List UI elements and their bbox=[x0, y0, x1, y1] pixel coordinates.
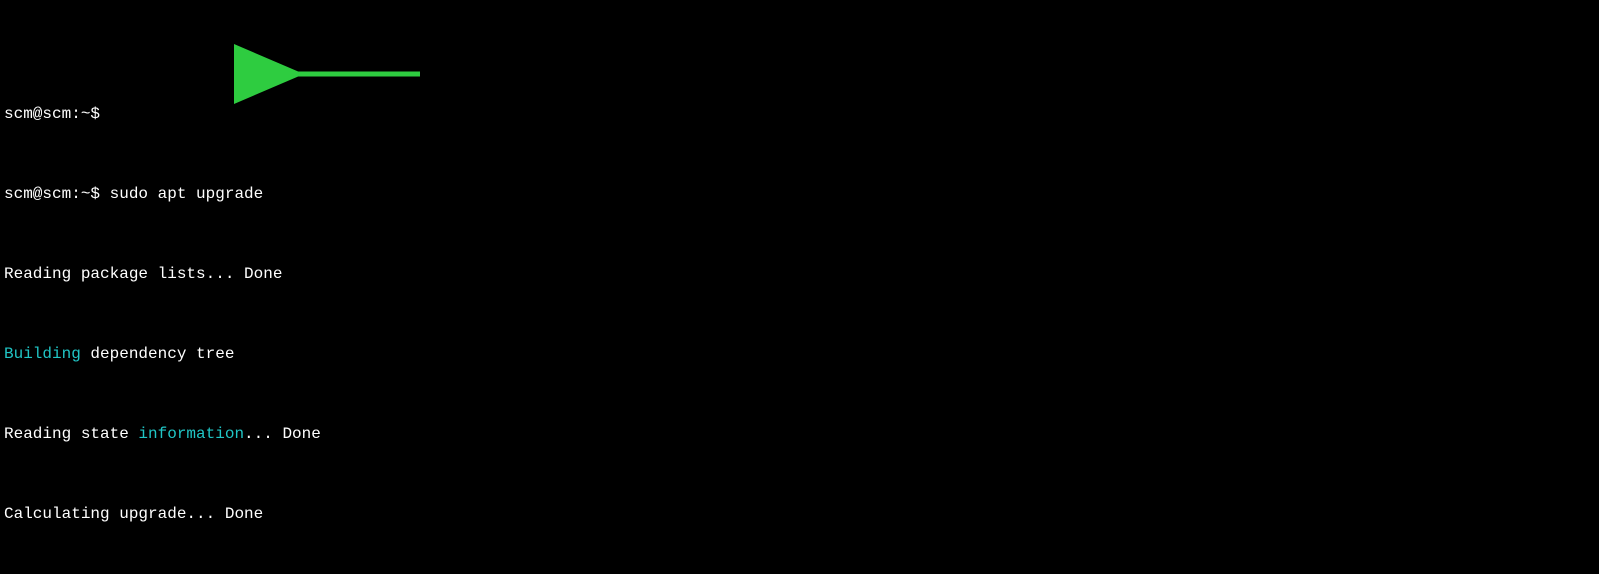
terminal[interactable]: scm@scm:~$ scm@scm:~$ sudo apt upgrade R… bbox=[0, 0, 1599, 574]
output-calculating-upgrade: Calculating upgrade... Done bbox=[4, 504, 1595, 524]
word-building: Building bbox=[4, 345, 81, 363]
dep-tree-rest: dependency tree bbox=[81, 345, 235, 363]
reading-state-post: ... Done bbox=[244, 425, 321, 443]
reading-state-pre: Reading state bbox=[4, 425, 138, 443]
output-reading-package-lists: Reading package lists... Done bbox=[4, 264, 1595, 284]
prompt-line-command: scm@scm:~$ sudo apt upgrade bbox=[4, 184, 1595, 204]
output-reading-state: Reading state information... Done bbox=[4, 424, 1595, 444]
prompt-line-empty: scm@scm:~$ bbox=[4, 104, 1595, 124]
annotation-arrow bbox=[280, 22, 420, 42]
word-information: information bbox=[138, 425, 244, 443]
output-building-dep-tree: Building dependency tree bbox=[4, 344, 1595, 364]
shell-prompt: scm@scm:~$ bbox=[4, 185, 110, 203]
command-text: sudo apt upgrade bbox=[110, 185, 264, 203]
